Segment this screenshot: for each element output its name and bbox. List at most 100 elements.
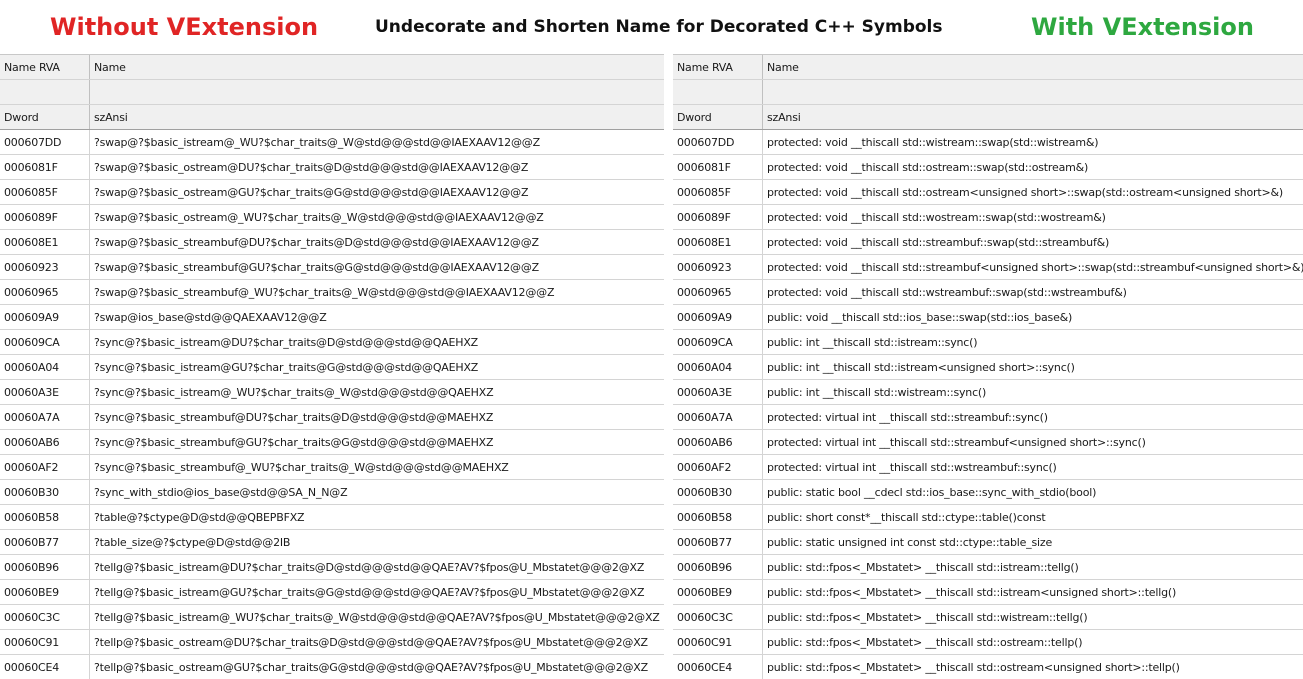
rva-cell[interactable]: 00060B77 [0, 530, 90, 554]
symbol-name-cell[interactable]: ?tellp@?$basic_ostream@GU?$char_traits@G… [90, 655, 664, 679]
rva-cell[interactable]: 000607DD [673, 130, 763, 154]
rva-cell[interactable]: 0006085F [0, 180, 90, 204]
rva-cell[interactable]: 00060B58 [673, 505, 763, 529]
column-header-name-rva[interactable]: Name RVA [673, 55, 763, 79]
rva-cell[interactable]: 00060B96 [0, 555, 90, 579]
symbol-name-cell[interactable]: public: std::fpos<_Mbstatet> __thiscall … [763, 655, 1303, 679]
table-row[interactable]: 00060CE4 ?tellp@?$basic_ostream@GU?$char_… [0, 655, 664, 679]
rva-cell[interactable]: 000608E1 [673, 230, 763, 254]
table-row[interactable]: 00060BE9 public: std::fpos<_Mbstatet> __t… [673, 580, 1303, 605]
symbol-name-cell[interactable]: ?swap@?$basic_streambuf@DU?$char_traits@… [90, 230, 664, 254]
filter-cell-name-rva[interactable] [673, 80, 763, 104]
symbol-name-cell[interactable]: public: int __thiscall std::istream::syn… [763, 330, 1303, 354]
symbol-name-cell[interactable]: protected: void __thiscall std::wistream… [763, 130, 1303, 154]
rva-cell[interactable]: 0006081F [673, 155, 763, 179]
rva-cell[interactable]: 00060A7A [673, 405, 763, 429]
table-row[interactable]: 00060B58 public: short const*__thiscall s… [673, 505, 1303, 530]
table-row[interactable]: 0006081F ?swap@?$basic_ostream@DU?$char_t… [0, 155, 664, 180]
table-row[interactable]: 00060A3E public: int __thiscall std::wist… [673, 380, 1303, 405]
symbol-name-cell[interactable]: ?swap@?$basic_streambuf@GU?$char_traits@… [90, 255, 664, 279]
symbol-name-cell[interactable]: public: std::fpos<_Mbstatet> __thiscall … [763, 605, 1303, 629]
table-row[interactable]: 00060965 ?swap@?$basic_streambuf@_WU?$cha… [0, 280, 664, 305]
symbol-name-cell[interactable]: ?tellg@?$basic_istream@DU?$char_traits@D… [90, 555, 664, 579]
symbol-name-cell[interactable]: protected: void __thiscall std::streambu… [763, 255, 1303, 279]
table-row[interactable]: 00060A3E ?sync@?$basic_istream@_WU?$char_… [0, 380, 664, 405]
column-header-name[interactable]: Name [763, 55, 1303, 79]
table-row[interactable]: 00060AB6 ?sync@?$basic_streambuf@GU?$char… [0, 430, 664, 455]
rva-cell[interactable]: 00060CE4 [0, 655, 90, 679]
table-row[interactable]: 00060AB6 protected: virtual int __thiscal… [673, 430, 1303, 455]
table-row[interactable]: 000609A9 public: void __thiscall std::ios… [673, 305, 1303, 330]
column-header-name-rva[interactable]: Name RVA [0, 55, 90, 79]
table-row[interactable]: 00060C91 ?tellp@?$basic_ostream@DU?$char_… [0, 630, 664, 655]
rva-cell[interactable]: 000609CA [0, 330, 90, 354]
rva-cell[interactable]: 00060965 [0, 280, 90, 304]
symbol-name-cell[interactable]: ?tellg@?$basic_istream@_WU?$char_traits@… [90, 605, 664, 629]
symbol-name-cell[interactable]: ?sync@?$basic_streambuf@DU?$char_traits@… [90, 405, 664, 429]
symbol-name-cell[interactable]: ?sync@?$basic_istream@GU?$char_traits@G@… [90, 355, 664, 379]
rva-cell[interactable]: 00060C91 [0, 630, 90, 654]
symbol-name-cell[interactable]: ?swap@?$basic_streambuf@_WU?$char_traits… [90, 280, 664, 304]
rva-cell[interactable]: 00060C3C [0, 605, 90, 629]
rva-cell[interactable]: 00060A04 [673, 355, 763, 379]
rva-cell[interactable]: 00060CE4 [673, 655, 763, 679]
table-row[interactable]: 00060A7A protected: virtual int __thiscal… [673, 405, 1303, 430]
rva-cell[interactable]: 00060C3C [673, 605, 763, 629]
rva-cell[interactable]: 00060B30 [673, 480, 763, 504]
rva-cell[interactable]: 00060A7A [0, 405, 90, 429]
table-row[interactable]: 00060CE4 public: std::fpos<_Mbstatet> __t… [673, 655, 1303, 679]
symbol-name-cell[interactable]: ?tellg@?$basic_istream@GU?$char_traits@G… [90, 580, 664, 604]
table-row[interactable]: 000608E1 protected: void __thiscall std::… [673, 230, 1303, 255]
symbol-name-cell[interactable]: ?sync@?$basic_istream@DU?$char_traits@D@… [90, 330, 664, 354]
table-row[interactable]: 00060B30 ?sync_with_stdio@ios_base@std@@S… [0, 480, 664, 505]
right-symbol-grid[interactable]: Name RVA Name Dword szAnsi 000607DD prote… [673, 54, 1303, 679]
table-row[interactable]: 00060B77 public: static unsigned int cons… [673, 530, 1303, 555]
table-row[interactable]: 00060A04 ?sync@?$basic_istream@GU?$char_t… [0, 355, 664, 380]
column-header-name[interactable]: Name [90, 55, 664, 79]
symbol-name-cell[interactable]: protected: void __thiscall std::ostream<… [763, 180, 1303, 204]
table-row[interactable]: 00060C3C public: std::fpos<_Mbstatet> __t… [673, 605, 1303, 630]
rva-cell[interactable]: 00060BE9 [673, 580, 763, 604]
table-row[interactable]: 00060923 protected: void __thiscall std::… [673, 255, 1303, 280]
filter-cell-name-rva[interactable] [0, 80, 90, 104]
table-row[interactable]: 00060BE9 ?tellg@?$basic_istream@GU?$char_… [0, 580, 664, 605]
symbol-name-cell[interactable]: public: static unsigned int const std::c… [763, 530, 1303, 554]
table-row[interactable]: 00060B58 ?table@?$ctype@D@std@@QBEPBFXZ [0, 505, 664, 530]
rva-cell[interactable]: 00060A3E [673, 380, 763, 404]
table-row[interactable]: 00060A7A ?sync@?$basic_streambuf@DU?$char… [0, 405, 664, 430]
symbol-name-cell[interactable]: public: short const*__thiscall std::ctyp… [763, 505, 1303, 529]
symbol-name-cell[interactable]: protected: virtual int __thiscall std::w… [763, 455, 1303, 479]
symbol-name-cell[interactable]: public: std::fpos<_Mbstatet> __thiscall … [763, 630, 1303, 654]
symbol-name-cell[interactable]: protected: void __thiscall std::ostream:… [763, 155, 1303, 179]
rva-cell[interactable]: 00060B77 [673, 530, 763, 554]
rva-cell[interactable]: 00060AF2 [0, 455, 90, 479]
rva-cell[interactable]: 00060AF2 [673, 455, 763, 479]
table-row[interactable]: 00060B96 ?tellg@?$basic_istream@DU?$char_… [0, 555, 664, 580]
table-row[interactable]: 0006081F protected: void __thiscall std::… [673, 155, 1303, 180]
left-symbol-grid[interactable]: Name RVA Name Dword szAnsi 000607DD ?swap… [0, 54, 664, 679]
symbol-name-cell[interactable]: protected: void __thiscall std::wstreamb… [763, 280, 1303, 304]
rva-cell[interactable]: 00060923 [673, 255, 763, 279]
table-row[interactable]: 000609CA ?sync@?$basic_istream@DU?$char_t… [0, 330, 664, 355]
table-row[interactable]: 0006085F protected: void __thiscall std::… [673, 180, 1303, 205]
rva-cell[interactable]: 0006085F [673, 180, 763, 204]
rva-cell[interactable]: 000609A9 [673, 305, 763, 329]
rva-cell[interactable]: 00060B96 [673, 555, 763, 579]
rva-cell[interactable]: 00060B30 [0, 480, 90, 504]
table-row[interactable]: 000607DD ?swap@?$basic_istream@_WU?$char_… [0, 130, 664, 155]
symbol-name-cell[interactable]: ?tellp@?$basic_ostream@DU?$char_traits@D… [90, 630, 664, 654]
table-row[interactable]: 000609CA public: int __thiscall std::istr… [673, 330, 1303, 355]
symbol-name-cell[interactable]: protected: virtual int __thiscall std::s… [763, 430, 1303, 454]
symbol-name-cell[interactable]: ?sync_with_stdio@ios_base@std@@SA_N_N@Z [90, 480, 664, 504]
rva-cell[interactable]: 0006089F [0, 205, 90, 229]
symbol-name-cell[interactable]: public: int __thiscall std::wistream::sy… [763, 380, 1303, 404]
symbol-name-cell[interactable]: ?swap@?$basic_ostream@GU?$char_traits@G@… [90, 180, 664, 204]
symbol-name-cell[interactable]: protected: virtual int __thiscall std::s… [763, 405, 1303, 429]
symbol-name-cell[interactable]: ?swap@?$basic_istream@_WU?$char_traits@_… [90, 130, 664, 154]
table-row[interactable]: 0006089F protected: void __thiscall std::… [673, 205, 1303, 230]
table-row[interactable]: 00060A04 public: int __thiscall std::istr… [673, 355, 1303, 380]
table-row[interactable]: 00060B77 ?table_size@?$ctype@D@std@@2IB [0, 530, 664, 555]
rva-cell[interactable]: 0006081F [0, 155, 90, 179]
table-row[interactable]: 00060B30 public: static bool __cdecl std:… [673, 480, 1303, 505]
rva-cell[interactable]: 00060B58 [0, 505, 90, 529]
